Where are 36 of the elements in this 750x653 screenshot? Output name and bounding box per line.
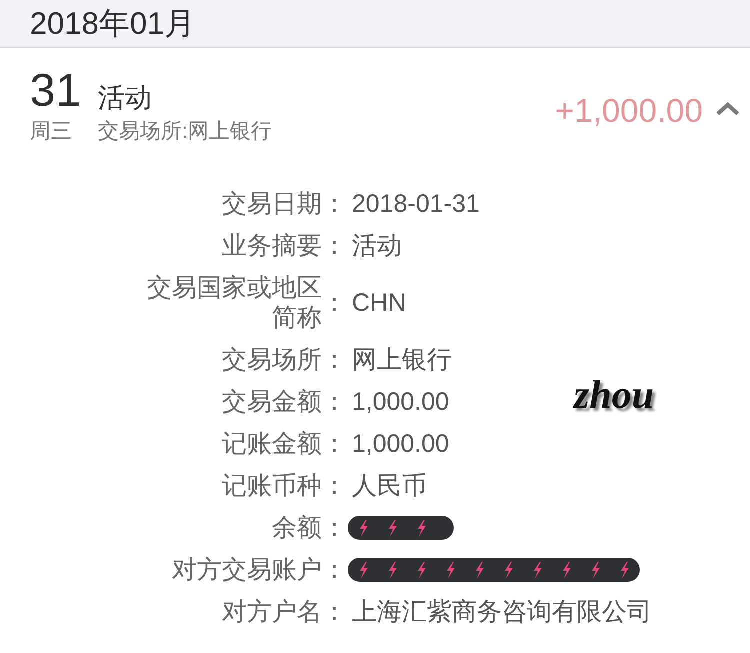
label-colon: ： <box>322 345 348 375</box>
detail-label: 交易国家或地区简称 <box>146 273 322 333</box>
transaction-title: 活动 <box>98 82 152 115</box>
detail-value: CHN <box>352 288 406 318</box>
month-title: 2018年01月 <box>30 4 196 42</box>
label-colon: ： <box>322 555 348 585</box>
detail-label: 对方户名 <box>221 597 322 627</box>
detail-value: 2018-01-31 <box>352 189 480 219</box>
detail-value: 1,000.00 <box>352 429 450 459</box>
label-colon: ： <box>322 189 348 219</box>
detail-label: 记账币种 <box>221 471 322 501</box>
detail-value: 活动 <box>352 231 402 261</box>
detail-label: 对方交易账户 <box>171 555 322 585</box>
detail-value: 网上银行 <box>352 345 452 375</box>
label-colon: ： <box>322 429 348 459</box>
transaction-location: 交易场所:网上银行 <box>98 119 272 145</box>
label-colon: ： <box>322 288 348 318</box>
detail-value: 人民币 <box>352 471 427 501</box>
detail-label: 交易金额 <box>221 387 322 417</box>
detail-label: 交易日期 <box>221 189 322 219</box>
weekday-label: 周三 <box>30 119 72 145</box>
detail-label: 交易场所 <box>221 345 322 375</box>
detail-label: 记账金额 <box>221 429 322 459</box>
detail-value: 上海汇紫商务咨询有限公司 <box>352 597 652 627</box>
label-colon: ： <box>322 597 348 627</box>
transaction-amount: +1,000.00 <box>555 92 703 130</box>
label-colon: ： <box>322 231 348 261</box>
chevron-up-icon[interactable] <box>716 102 740 116</box>
handwritten-signature: zhou <box>574 374 654 416</box>
detail-label: 余额 <box>271 513 322 543</box>
detail-value: 1,000.00 <box>352 387 450 417</box>
label-colon: ： <box>322 471 348 501</box>
detail-label: 业务摘要 <box>221 231 322 261</box>
day-number: 31 <box>30 63 82 117</box>
label-colon: ： <box>322 387 348 417</box>
label-colon: ： <box>322 513 348 543</box>
